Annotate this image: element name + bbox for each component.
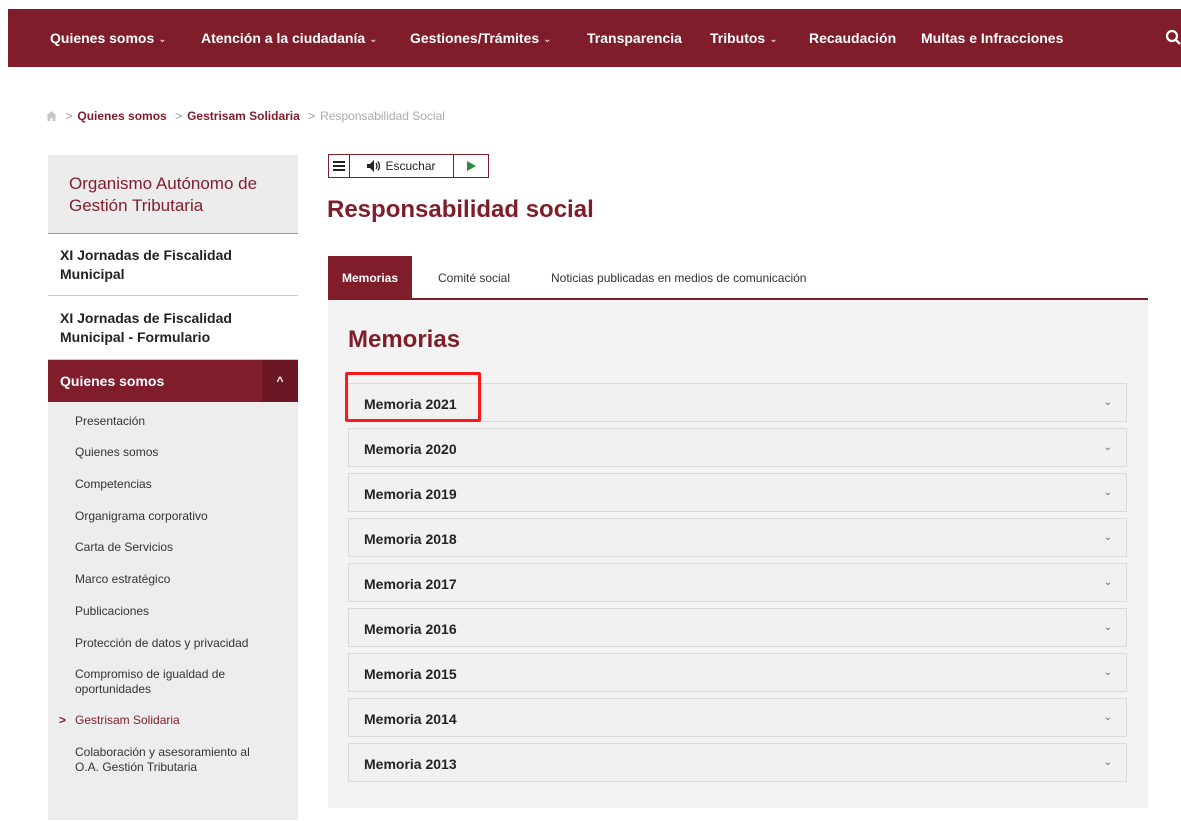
tab-bar: Memorias Comité social Noticias publicad… (328, 256, 1148, 300)
sidebar-section-quienes-somos[interactable]: Quienes somos ^ (48, 360, 298, 402)
chevron-down-icon: ⌄ (1103, 487, 1112, 498)
accordion-label: Memoria 2019 (364, 486, 457, 502)
nav-label: Transparencia (587, 30, 682, 46)
sidebar-item-competencias[interactable]: Competencias (48, 477, 298, 492)
sidebar-item-igualdad[interactable]: Compromiso de igualdad de oportunidades (48, 667, 268, 697)
breadcrumb-current: Responsabilidad Social (320, 109, 445, 123)
chevron-down-icon: ⌄ (1103, 442, 1112, 453)
nav-item-quienes-somos[interactable]: Quienes somos ⌄ (50, 9, 167, 67)
sidebar-org-title[interactable]: Organismo Autónomo de Gestión Tributaria (48, 155, 298, 234)
sidebar-item-label: Gestrisam Solidaria (75, 713, 180, 727)
nav-label: Atención a la ciudadanía (201, 30, 366, 46)
accordion-memoria-2018[interactable]: Memoria 2018 ⌄ (348, 518, 1127, 557)
sidebar-item-publicaciones[interactable]: Publicaciones (48, 604, 298, 619)
breadcrumb-link-quienes-somos[interactable]: Quienes somos (77, 109, 166, 123)
sidebar-item-organigrama[interactable]: Organigrama corporativo (48, 509, 298, 524)
chevron-down-icon: ⌄ (543, 34, 552, 45)
accordion-memoria-2021[interactable]: Memoria 2021 ⌄ (348, 383, 1127, 422)
nav-item-transparencia[interactable]: Transparencia (587, 9, 682, 67)
nav-item-tributos[interactable]: Tributos ⌄ (710, 9, 778, 67)
sidebar-sublist: Presentación Quienes somos Competencias … (48, 402, 298, 775)
nav-label: Gestiones/Trámites (410, 30, 540, 46)
sidebar-item-quienes-somos[interactable]: Quienes somos (48, 445, 298, 460)
chevron-down-icon: ⌄ (369, 34, 378, 45)
nav-label: Tributos (710, 30, 766, 46)
chevron-down-icon: ⌄ (158, 34, 167, 45)
listen-button[interactable]: Escuchar (350, 155, 454, 177)
menu-icon[interactable] (329, 155, 350, 177)
breadcrumb-separator: > (65, 109, 73, 123)
accordion-memoria-2020[interactable]: Memoria 2020 ⌄ (348, 428, 1127, 467)
tab-comite-social[interactable]: Comité social (438, 256, 510, 300)
chevron-down-icon: ⌄ (769, 34, 778, 45)
chevron-up-icon[interactable]: ^ (262, 360, 298, 402)
tab-panel-memorias: Memorias Memoria 2021 ⌄ Memoria 2020 ⌄ Mem… (328, 300, 1148, 808)
chevron-down-icon: ⌄ (1103, 667, 1112, 678)
listen-label: Escuchar (385, 159, 436, 173)
accordion-memoria-2016[interactable]: Memoria 2016 ⌄ (348, 608, 1127, 647)
breadcrumb-separator: > (308, 109, 316, 123)
accordion-label: Memoria 2014 (364, 711, 457, 727)
chevron-down-icon: ⌄ (1103, 622, 1112, 633)
accordion-label: Memoria 2016 (364, 621, 457, 637)
tab-memorias[interactable]: Memorias (328, 256, 413, 300)
home-icon[interactable] (46, 111, 57, 121)
breadcrumb: > Quienes somos > Gestrisam Solidaria > Res… (46, 109, 445, 123)
chevron-down-icon: ⌄ (1103, 577, 1112, 588)
chevron-down-icon: ⌄ (1103, 532, 1112, 543)
play-icon (466, 161, 476, 171)
accordion-label: Memoria 2015 (364, 666, 457, 682)
reader-toolbar: Escuchar (328, 154, 489, 178)
search-icon[interactable] (1165, 29, 1181, 47)
accordion-memoria-2013[interactable]: Memoria 2013 ⌄ (348, 743, 1127, 782)
nav-label: Multas e Infracciones (921, 30, 1064, 46)
nav-item-recaudacion[interactable]: Recaudación (809, 9, 896, 67)
accordion-memoria-2015[interactable]: Memoria 2015 ⌄ (348, 653, 1127, 692)
sidebar-item-carta-servicios[interactable]: Carta de Servicios (48, 540, 298, 555)
play-button[interactable] (454, 155, 488, 177)
sidebar: Organismo Autónomo de Gestión Tributaria… (48, 155, 298, 820)
accordion-memoria-2019[interactable]: Memoria 2019 ⌄ (348, 473, 1127, 512)
active-arrow-icon: > (59, 713, 67, 727)
section-heading: Memorias (348, 326, 461, 353)
accordion-label: Memoria 2017 (364, 576, 457, 592)
sidebar-item-proteccion-datos[interactable]: Protección de datos y privacidad (48, 636, 298, 651)
nav-item-gestiones-tramites[interactable]: Gestiones/Trámites ⌄ (410, 9, 552, 67)
sidebar-item-marco-estrategico[interactable]: Marco estratégico (48, 572, 298, 587)
sidebar-section-label: Quienes somos (60, 373, 165, 389)
accordion-label: Memoria 2021 (364, 396, 457, 412)
chevron-down-icon: ⌄ (1103, 397, 1112, 408)
speaker-icon (367, 160, 381, 172)
page-title: Responsabilidad social (327, 196, 594, 223)
accordion-label: Memoria 2020 (364, 441, 457, 457)
chevron-down-icon: ⌄ (1103, 757, 1112, 768)
sidebar-item-colaboracion[interactable]: Colaboración y asesoramiento al O.A. Ges… (48, 745, 268, 775)
nav-item-multas-infracciones[interactable]: Multas e Infracciones (921, 9, 1063, 67)
sidebar-item-presentacion[interactable]: Presentación (48, 414, 298, 429)
accordion-memoria-2014[interactable]: Memoria 2014 ⌄ (348, 698, 1127, 737)
accordion-memoria-2017[interactable]: Memoria 2017 ⌄ (348, 563, 1127, 602)
nav-item-atencion-ciudadania[interactable]: Atención a la ciudadanía ⌄ (201, 9, 378, 67)
accordion-label: Memoria 2013 (364, 756, 457, 772)
breadcrumb-separator: > (175, 109, 183, 123)
sidebar-item-gestrisam-solidaria[interactable]: > Gestrisam Solidaria (48, 713, 298, 728)
tab-noticias[interactable]: Noticias publicadas en medios de comunic… (551, 256, 806, 300)
sidebar-link-jornadas[interactable]: XI Jornadas de Fiscalidad Municipal (48, 234, 298, 296)
accordion-label: Memoria 2018 (364, 531, 457, 547)
sidebar-link-jornadas-formulario[interactable]: XI Jornadas de Fiscalidad Municipal - Fo… (48, 296, 298, 360)
chevron-down-icon: ⌄ (1103, 712, 1112, 723)
nav-label: Recaudación (809, 30, 897, 46)
breadcrumb-link-gestrisam-solidaria[interactable]: Gestrisam Solidaria (187, 109, 300, 123)
nav-label: Quienes somos (50, 30, 155, 46)
top-navigation: Quienes somos ⌄ Atención a la ciudadanía ⌄… (8, 9, 1181, 67)
